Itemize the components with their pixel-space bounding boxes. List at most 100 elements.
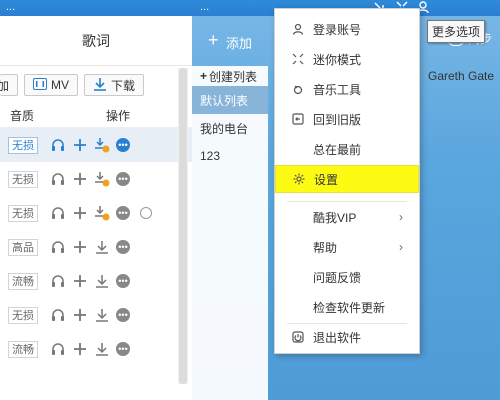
- back-icon: [291, 112, 305, 126]
- menu-item-label: 设置: [314, 172, 339, 187]
- menu-item-settings[interactable]: 设置: [275, 165, 419, 193]
- mv-icon: [33, 77, 47, 93]
- download-vip-icon[interactable]: [94, 171, 110, 187]
- tab-lyrics[interactable]: 歌词: [0, 16, 192, 66]
- menu-item-label: 检查软件更新: [313, 300, 386, 315]
- table-row[interactable]: 流畅 •••: [0, 264, 192, 298]
- table-row[interactable]: 高品 •••: [0, 230, 192, 264]
- chevron-right-icon: ›: [399, 240, 403, 254]
- quality-badge: 流畅: [8, 272, 38, 290]
- add-icon[interactable]: [72, 341, 88, 357]
- row-actions: •••: [50, 205, 152, 221]
- download-label: 下载: [111, 78, 136, 93]
- menu-item-label: 问题反馈: [313, 270, 362, 285]
- mv-button[interactable]: MV: [24, 74, 78, 96]
- song-list-panel: 歌词 加 MV 下载 音质 操作 无损 ••• 无损 ••• 无损 ••• 高品…: [0, 16, 192, 400]
- download-icon[interactable]: [94, 239, 110, 255]
- menu-item-label: 帮助: [313, 240, 338, 255]
- menu-item-kuwo-vip[interactable]: 酷我VIP ›: [275, 203, 419, 231]
- table-row[interactable]: 流畅 •••: [0, 332, 192, 366]
- download-icon[interactable]: [94, 273, 110, 289]
- more-options-tooltip: 更多选项: [427, 20, 486, 43]
- menu-item-label: 总在最前: [313, 142, 362, 157]
- create-list-button[interactable]: + 创建列表: [192, 66, 268, 86]
- menu-item-label: 酷我VIP: [313, 210, 357, 225]
- row-actions: •••: [50, 137, 130, 153]
- headphones-icon[interactable]: [50, 239, 66, 255]
- more-icon[interactable]: •••: [116, 240, 130, 254]
- user-icon: [291, 22, 305, 36]
- download-icon[interactable]: [94, 307, 110, 323]
- globe-icon[interactable]: [140, 207, 152, 219]
- artist-name[interactable]: Gareth Gate: [428, 69, 494, 83]
- song-rows: 无损 ••• 无损 ••• 无损 ••• 高品 ••• 流畅 ••• 无损 ••…: [0, 128, 192, 366]
- add-to-button[interactable]: 加: [0, 74, 18, 96]
- song-toolbar: 加 MV 下载: [0, 66, 192, 104]
- add-to-label: 加: [0, 78, 9, 93]
- add-icon[interactable]: [72, 137, 88, 153]
- menu-item-help[interactable]: 帮助 ›: [275, 233, 419, 261]
- menu-item-label: 迷你模式: [313, 52, 362, 67]
- add-icon[interactable]: [72, 307, 88, 323]
- more-icon[interactable]: •••: [116, 206, 130, 220]
- add-icon[interactable]: [72, 239, 88, 255]
- headphones-icon[interactable]: [50, 307, 66, 323]
- quality-badge: 流畅: [8, 340, 38, 358]
- menu-item-music-tools[interactable]: 音乐工具: [275, 75, 419, 103]
- more-icon[interactable]: •••: [116, 308, 130, 322]
- headphones-icon[interactable]: [50, 171, 66, 187]
- headphones-icon[interactable]: [50, 341, 66, 357]
- menu-item-exit[interactable]: 退出软件: [275, 323, 419, 351]
- download-icon[interactable]: [94, 341, 110, 357]
- more-icon[interactable]: •••: [116, 138, 130, 152]
- menu-item-feedback[interactable]: 问题反馈: [275, 263, 419, 291]
- add-playlist-button[interactable]: + 添加: [192, 16, 270, 66]
- gear-icon: [292, 172, 306, 186]
- more-icon[interactable]: •••: [116, 172, 130, 186]
- add-icon[interactable]: [72, 205, 88, 221]
- menu-item-label: 退出软件: [313, 330, 362, 345]
- quality-badge: 无损: [8, 306, 38, 324]
- download-button[interactable]: 下载: [84, 74, 145, 96]
- plus-icon: +: [208, 30, 219, 50]
- row-actions: •••: [50, 239, 130, 255]
- table-row[interactable]: 无损 •••: [0, 196, 192, 230]
- title-bar-right-text: ...: [200, 1, 210, 13]
- tools-icon: [291, 82, 305, 96]
- menu-item-label: 登录账号: [313, 22, 362, 37]
- menu-item-login[interactable]: 登录账号: [275, 15, 419, 43]
- add-icon[interactable]: [72, 171, 88, 187]
- headphones-icon[interactable]: [50, 273, 66, 289]
- row-actions: •••: [50, 341, 130, 357]
- more-options-menu: 登录账号 迷你模式 音乐工具 回到旧版 总在最前 设置 酷我VIP › 帮助 ›: [274, 8, 420, 354]
- download-vip-icon[interactable]: [94, 137, 110, 153]
- menu-item-check-update[interactable]: 检查软件更新: [275, 293, 419, 321]
- more-icon[interactable]: •••: [116, 274, 130, 288]
- add-icon[interactable]: [72, 273, 88, 289]
- menu-item-always-on-top[interactable]: 总在最前: [275, 135, 419, 163]
- quality-badge: 无损: [8, 170, 38, 188]
- more-icon[interactable]: •••: [116, 342, 130, 356]
- quality-badge: 无损: [8, 204, 38, 222]
- download-vip-icon[interactable]: [94, 205, 110, 221]
- headphones-icon[interactable]: [50, 137, 66, 153]
- menu-item-mini-mode[interactable]: 迷你模式: [275, 45, 419, 73]
- menu-item-old-version[interactable]: 回到旧版: [275, 105, 419, 133]
- menu-item-label: 音乐工具: [313, 82, 362, 97]
- create-list-label: 创建列表: [209, 69, 258, 84]
- playlist-item-radio[interactable]: 我的电台: [192, 114, 268, 142]
- playlist-item-123[interactable]: 123: [192, 142, 268, 170]
- add-playlist-label: 添加: [226, 36, 253, 51]
- table-row[interactable]: 无损 •••: [0, 128, 192, 162]
- menu-item-label: 回到旧版: [313, 112, 362, 127]
- table-row[interactable]: 无损 •••: [0, 162, 192, 196]
- chevron-right-icon: ›: [399, 210, 403, 224]
- quality-column-header: 音质: [9, 109, 34, 123]
- quality-badge: 无损: [8, 136, 38, 154]
- playlist-item-default[interactable]: 默认列表: [192, 86, 268, 114]
- quality-badge: 高品: [8, 238, 38, 256]
- row-actions: •••: [50, 273, 130, 289]
- table-row[interactable]: 无损 •••: [0, 298, 192, 332]
- scrollbar-thumb[interactable]: [179, 68, 187, 384]
- headphones-icon[interactable]: [50, 205, 66, 221]
